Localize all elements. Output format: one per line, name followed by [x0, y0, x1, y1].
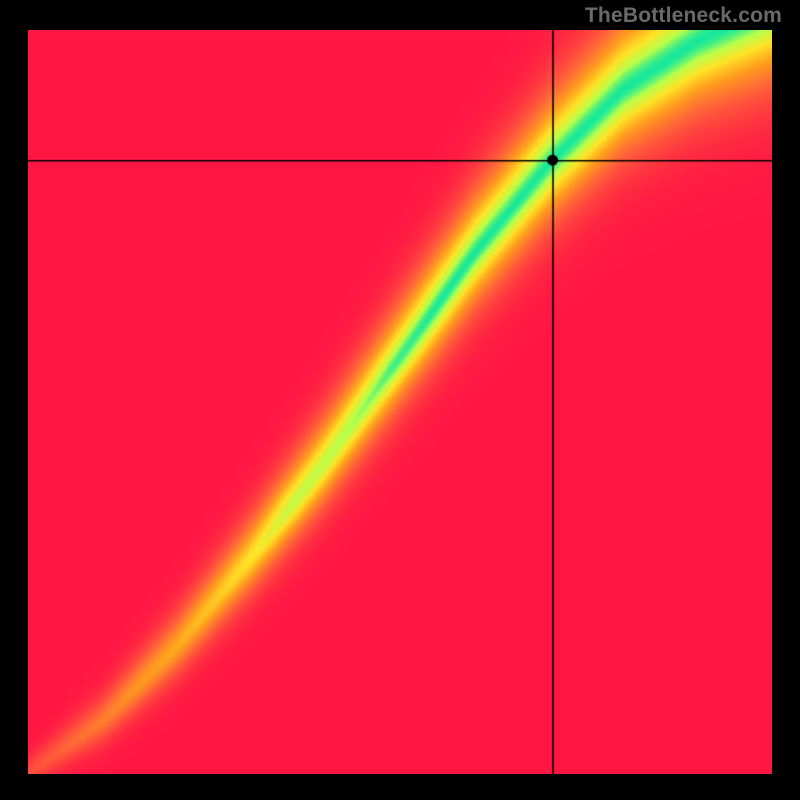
watermark-text: TheBottleneck.com [585, 4, 782, 28]
chart-frame: TheBottleneck.com [0, 0, 800, 800]
heatmap-plot [28, 30, 772, 774]
heatmap-canvas [28, 30, 772, 774]
